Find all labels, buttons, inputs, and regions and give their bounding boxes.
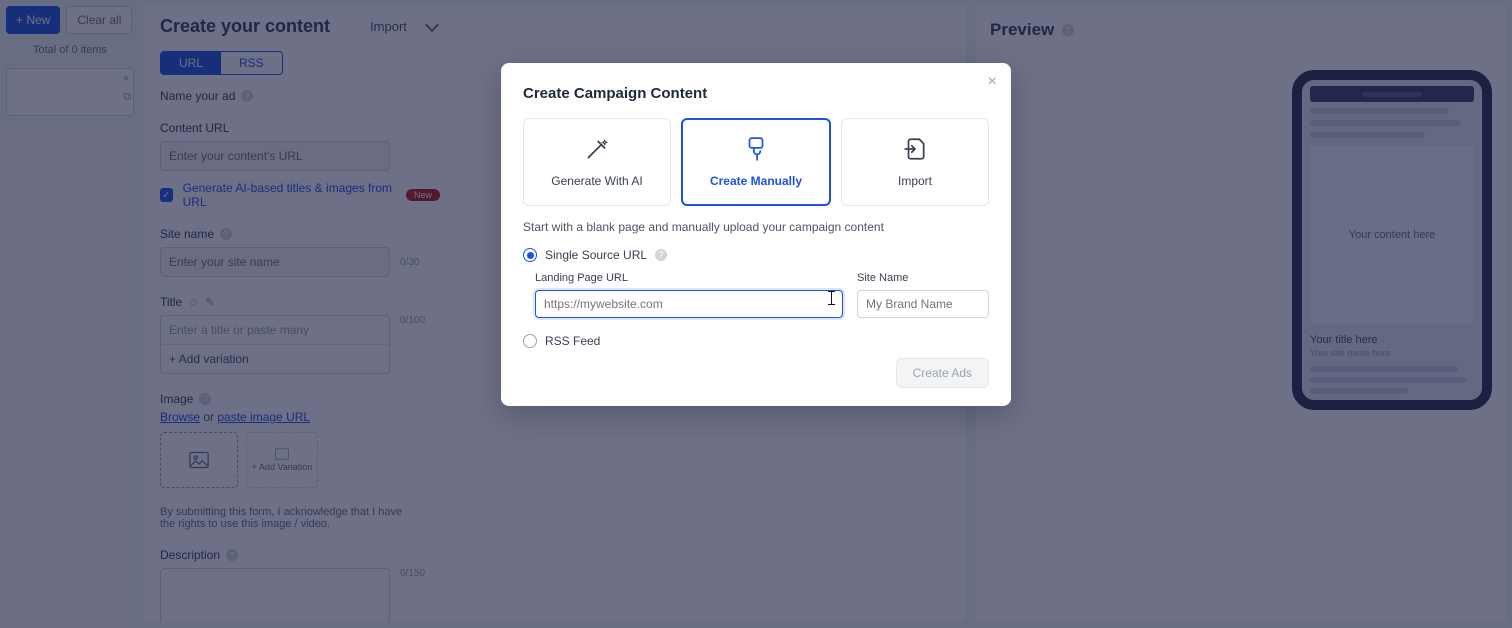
landing-url-label: Landing Page URL xyxy=(535,272,843,284)
close-button[interactable]: × xyxy=(988,73,997,91)
text-cursor-icon xyxy=(831,291,832,305)
option-create-manually[interactable]: Create Manually xyxy=(681,118,831,206)
create-campaign-modal: × Create Campaign Content Generate With … xyxy=(501,63,1011,406)
create-ads-button[interactable]: Create Ads xyxy=(896,358,989,388)
modal-title: Create Campaign Content xyxy=(523,85,989,102)
radio-rss-feed[interactable]: RSS Feed xyxy=(523,334,989,348)
option-import[interactable]: Import xyxy=(841,118,989,206)
help-icon[interactable]: ? xyxy=(655,249,667,261)
import-icon xyxy=(902,136,928,162)
option-generate-ai[interactable]: Generate With AI xyxy=(523,118,671,206)
radio-unchecked-icon xyxy=(523,334,537,348)
paintbrush-icon xyxy=(743,136,769,162)
site-name-input-modal[interactable] xyxy=(857,290,989,318)
landing-url-input[interactable] xyxy=(535,290,843,318)
radio-rss-label: RSS Feed xyxy=(545,334,600,348)
modal-description: Start with a blank page and manually upl… xyxy=(523,220,989,234)
option-ai-label: Generate With AI xyxy=(551,174,642,188)
magic-wand-icon xyxy=(584,136,610,162)
option-manual-label: Create Manually xyxy=(710,174,802,188)
site-name-label-modal: Site Name xyxy=(857,272,989,284)
radio-checked-icon xyxy=(523,248,537,262)
radio-single-label: Single Source URL xyxy=(545,248,647,262)
option-import-label: Import xyxy=(898,174,932,188)
radio-single-source[interactable]: Single Source URL ? xyxy=(523,248,989,262)
